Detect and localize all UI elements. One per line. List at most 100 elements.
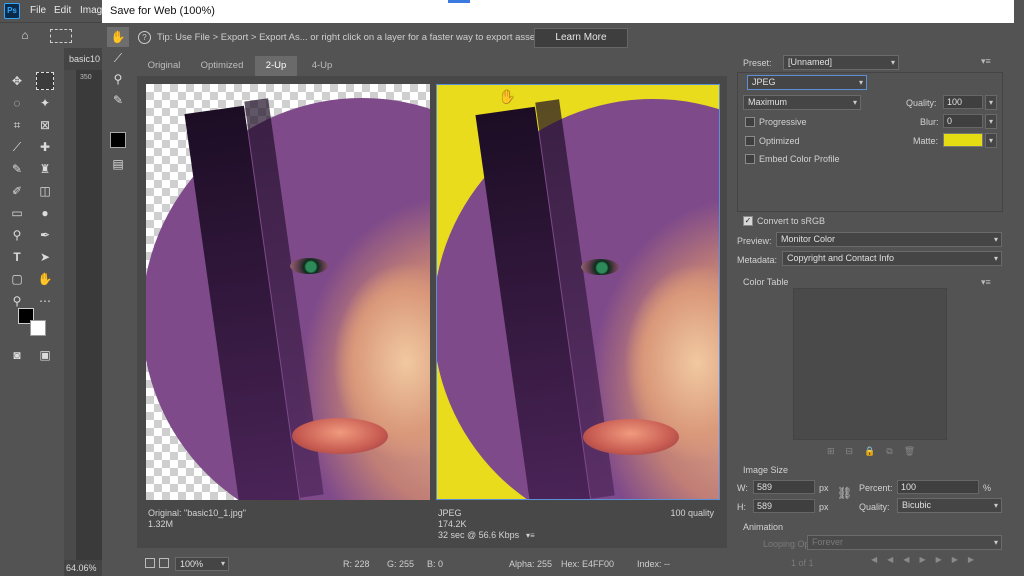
optimized-info: JPEG 174.2K 32 sec @ 56.6 Kbps ▾≡ 100 qu… xyxy=(436,504,720,544)
format-dropdown[interactable]: JPEG ▾ xyxy=(747,75,867,90)
frame-counter: 1 of 1 xyxy=(791,558,814,568)
width-input[interactable]: 589 xyxy=(753,480,815,494)
height-label: H: xyxy=(737,502,746,512)
compression-dropdown[interactable]: Maximum ▾ xyxy=(743,95,861,110)
lips xyxy=(583,419,679,455)
image-size-label: Image Size xyxy=(743,465,789,475)
looping-options-dropdown[interactable]: Forever ▾ xyxy=(807,535,1002,550)
percent-input[interactable]: 100 xyxy=(897,480,979,494)
eraser-tool-icon[interactable]: ◫ xyxy=(36,182,54,200)
optimized-preview-pane[interactable]: ✋ xyxy=(436,84,720,500)
gradient-tool-icon[interactable]: ▭ xyxy=(8,204,26,222)
optimized-size: 174.2K xyxy=(438,519,467,529)
slice-select-tool-icon[interactable]: ⟋ xyxy=(107,48,129,68)
optimize-menu-icon[interactable]: ▾≡ xyxy=(981,56,991,67)
quality-input[interactable]: 100 xyxy=(943,95,983,109)
original-size: 1.32M xyxy=(148,519,174,529)
titlebar-accent xyxy=(448,0,470,3)
history-brush-tool-icon[interactable]: ✐ xyxy=(8,182,26,200)
hand-tool-icon[interactable]: ✋ xyxy=(107,27,129,47)
tab-optimized[interactable]: Optimized xyxy=(193,56,251,76)
document-tab[interactable]: basic10 xyxy=(64,48,104,70)
animation-playback-controls-icon[interactable]: ◀◀◀▶▶▶▶ xyxy=(871,555,984,564)
pixel-alpha: Alpha: 255 xyxy=(509,559,553,569)
frame-tool-icon[interactable]: ⊠ xyxy=(36,116,54,134)
chevron-down-icon: ▾ xyxy=(890,58,895,67)
chevron-down-icon: ▾ xyxy=(852,98,857,107)
ps-toolbar: ✥ ◌ ✦ ⌗ ⊠ ⟋ ✚ ✎ ♜ ✐ ◫ ▭ ● ⚲ ✒ T ➤ ▢ ✋ ⚲ … xyxy=(0,48,64,576)
color-table-action-icons[interactable]: ⊞⊟🔒⧉🗑 xyxy=(827,446,926,457)
pen-tool-icon[interactable]: ✒ xyxy=(36,226,54,244)
convert-srgb-checkbox[interactable]: ✓ xyxy=(743,216,753,226)
embed-color-profile-checkbox[interactable] xyxy=(745,154,755,164)
menu-edit[interactable]: Edit xyxy=(54,5,71,16)
hand-tool-icon[interactable]: ✋ xyxy=(36,270,54,288)
menu-file[interactable]: File xyxy=(30,5,46,16)
compression-value: Maximum xyxy=(748,97,788,107)
blur-input[interactable]: 0 xyxy=(943,114,983,128)
zoom-dropdown[interactable]: 100% ▾ xyxy=(175,557,229,571)
home-icon[interactable]: ⌂ xyxy=(16,26,34,44)
resample-quality-dropdown[interactable]: Bicubic ▾ xyxy=(897,498,1002,513)
color-table-grid xyxy=(793,288,947,440)
color-table-menu-icon[interactable]: ▾≡ xyxy=(981,277,991,288)
eyedropper-color-swatch[interactable] xyxy=(110,132,126,148)
view-tabs: Original Optimized 2-Up 4-Up xyxy=(137,56,727,76)
path-selection-tool-icon[interactable]: ➤ xyxy=(36,248,54,266)
preview-dropdown[interactable]: Monitor Color ▾ xyxy=(776,232,1002,247)
tab-4-up[interactable]: 4-Up xyxy=(301,56,343,76)
eyedropper-tool-icon[interactable]: ⟋ xyxy=(8,138,26,156)
original-preview-pane[interactable] xyxy=(146,84,430,500)
chevron-down-icon: ▾ xyxy=(220,559,225,568)
preset-dropdown[interactable]: [Unnamed] ▾ xyxy=(783,55,899,70)
matte-color-swatch[interactable] xyxy=(943,133,983,147)
constrain-proportions-link-icon[interactable]: ⛓ xyxy=(837,486,852,500)
width-unit: px xyxy=(819,483,829,493)
height-input[interactable]: 589 xyxy=(753,499,815,513)
tip-text: Tip: Use File > Export > Export As... or… xyxy=(157,32,543,43)
blur-label: Blur: xyxy=(920,117,939,127)
quality-dropdown[interactable]: ▾ xyxy=(985,95,997,110)
crop-tool-icon[interactable]: ⌗ xyxy=(8,116,26,134)
menu-image[interactable]: Imag xyxy=(80,5,102,16)
move-tool-icon[interactable]: ✥ xyxy=(8,72,26,90)
matte-dropdown[interactable]: ▾ xyxy=(985,133,997,148)
toggle-slices-icon[interactable]: ▤ xyxy=(107,154,129,174)
blur-tool-icon[interactable]: ● xyxy=(36,204,54,222)
zoom-out-icon[interactable] xyxy=(145,558,155,568)
pixel-r: R: 228 xyxy=(343,559,370,569)
metadata-dropdown[interactable]: Copyright and Contact Info ▾ xyxy=(782,251,1002,266)
eyedropper-tool-icon[interactable]: ✎ xyxy=(107,90,129,110)
tab-2-up[interactable]: 2-Up xyxy=(255,56,297,76)
resample-quality-label: Quality: xyxy=(859,502,890,512)
zoom-tool-icon[interactable]: ⚲ xyxy=(107,69,129,89)
chevron-down-icon: ▾ xyxy=(993,254,998,263)
progressive-checkbox[interactable] xyxy=(745,117,755,127)
magic-wand-tool-icon[interactable]: ✦ xyxy=(36,94,54,112)
optimized-label: Optimized xyxy=(759,136,800,146)
lasso-tool-icon[interactable]: ◌ xyxy=(8,94,26,112)
rectangle-tool-icon[interactable]: ▢ xyxy=(8,270,26,288)
healing-brush-tool-icon[interactable]: ✚ xyxy=(36,138,54,156)
more-tools-icon[interactable]: ⋯ xyxy=(36,292,54,310)
blur-dropdown[interactable]: ▾ xyxy=(985,114,997,129)
chevron-down-icon: ▾ xyxy=(993,501,998,510)
zoom-in-icon[interactable] xyxy=(159,558,169,568)
quick-mask-icon[interactable]: ◙ xyxy=(8,346,26,364)
metadata-label: Metadata: xyxy=(737,255,778,265)
marquee-tool-icon[interactable] xyxy=(36,72,54,90)
download-time-menu-icon[interactable]: ▾≡ xyxy=(526,530,535,541)
learn-more-button[interactable]: Learn More xyxy=(534,28,628,48)
pixel-hex: Hex: E4FF00 xyxy=(561,559,615,569)
dodge-tool-icon[interactable]: ⚲ xyxy=(8,226,26,244)
optimized-checkbox[interactable] xyxy=(745,136,755,146)
brush-tool-icon[interactable]: ✎ xyxy=(8,160,26,178)
tab-original[interactable]: Original xyxy=(137,56,191,76)
original-info: Original: "basic10_1.jpg" 1.32M xyxy=(146,504,430,544)
background-color-swatch[interactable] xyxy=(30,320,46,336)
dialog-title: Save for Web (100%) xyxy=(110,5,215,17)
stamp-tool-icon[interactable]: ♜ xyxy=(36,160,54,178)
type-tool-icon[interactable]: T xyxy=(8,248,26,266)
marquee-option-icon[interactable] xyxy=(50,29,72,43)
screen-mode-icon[interactable]: ▣ xyxy=(36,346,54,364)
